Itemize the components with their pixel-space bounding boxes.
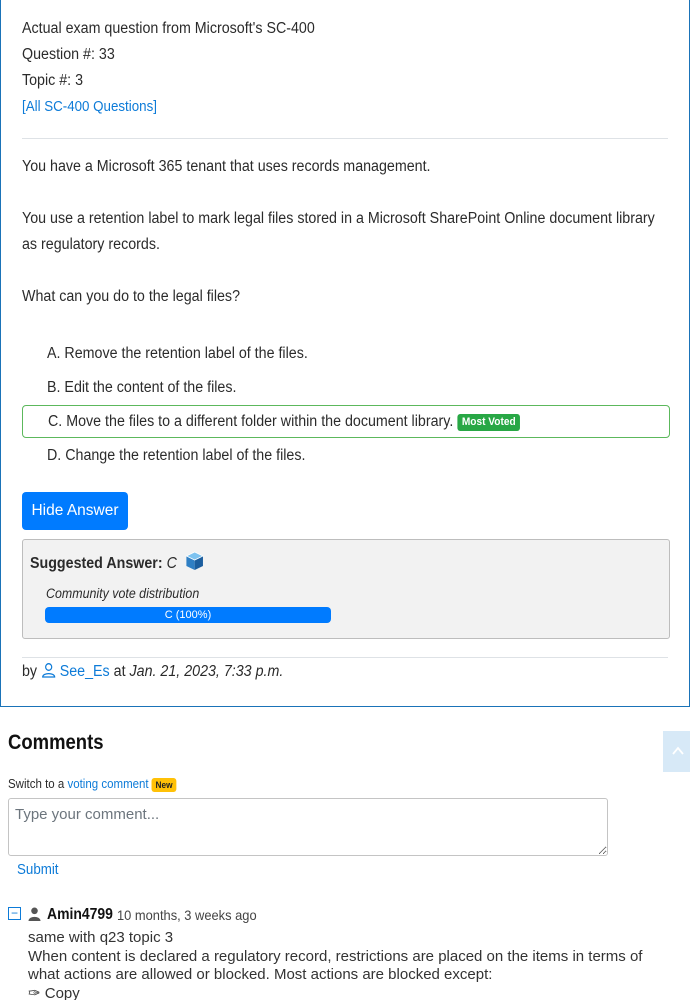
comment-input[interactable] — [8, 798, 608, 856]
question-card: Actual exam question from Microsoft's SC… — [0, 0, 690, 707]
new-badge: New — [151, 778, 177, 792]
question-paragraph-1: You have a Microsoft 365 tenant that use… — [22, 158, 431, 175]
comments-heading: Comments — [8, 731, 104, 754]
choice-label: A. Remove the retention label of the fil… — [47, 345, 308, 362]
question-paragraph-3: What can you do to the legal files? — [22, 288, 240, 305]
comment-body: same with q23 topic 3 When content is de… — [28, 929, 678, 1000]
byline: by See_Es at Jan. 21, 2023, 7:33 p.m. — [22, 663, 284, 680]
user-outline-icon — [41, 663, 60, 680]
vote-distribution-label: Community vote distribution — [46, 586, 200, 601]
choice-label: B. Edit the content of the files. — [47, 379, 237, 396]
post-date: Jan. 21, 2023, 7:33 p.m. — [129, 663, 284, 680]
vote-progress-bar: C (100%) — [45, 607, 331, 623]
scroll-to-top-button[interactable] — [663, 731, 690, 772]
user-solid-icon — [28, 907, 41, 925]
comment-line: When content is declared a regulatory re… — [28, 947, 643, 984]
author-link[interactable]: See_Es — [60, 663, 110, 680]
divider — [22, 138, 668, 139]
choice-c[interactable]: C. Move the files to a different folder … — [22, 405, 670, 438]
comment-line: ✑ Copy — [28, 984, 80, 1000]
all-questions-link[interactable]: [All SC-400 Questions] — [22, 99, 157, 115]
submit-comment-button[interactable]: Submit — [17, 862, 59, 878]
switch-comment-type: Switch to a voting comment New — [8, 777, 177, 792]
suggested-answer-value: C — [166, 555, 177, 572]
topic-number: Topic #: 3 — [22, 72, 84, 89]
suggested-answer-label: Suggested Answer: — [30, 555, 163, 572]
cube-icon — [185, 551, 205, 576]
comment-username[interactable]: Amin4799 — [47, 906, 113, 924]
suggested-answer-box: Suggested Answer: C Community vote distr… — [22, 539, 670, 639]
most-voted-badge: Most Voted — [457, 414, 521, 431]
comment-timestamp: 10 months, 3 weeks ago — [117, 907, 257, 923]
choice-b[interactable]: B. Edit the content of the files. — [22, 371, 670, 404]
question-number: Question #: 33 — [22, 46, 115, 63]
exam-source-line: Actual exam question from Microsoft's SC… — [22, 20, 315, 37]
choice-label: D. Change the retention label of the fil… — [47, 447, 306, 464]
choice-a[interactable]: A. Remove the retention label of the fil… — [22, 337, 670, 370]
collapse-minus-icon[interactable]: − — [8, 907, 21, 920]
voting-comment-link[interactable]: voting comment — [67, 777, 148, 791]
choice-label: C. Move the files to a different folder … — [48, 413, 454, 430]
chevron-up-icon — [671, 741, 685, 761]
choice-d[interactable]: D. Change the retention label of the fil… — [22, 439, 670, 472]
hide-answer-button[interactable]: Hide Answer — [22, 492, 128, 530]
divider — [22, 657, 668, 658]
comment-line: same with q23 topic 3 — [28, 929, 174, 946]
question-paragraph-2: You use a retention label to mark legal … — [22, 210, 655, 253]
